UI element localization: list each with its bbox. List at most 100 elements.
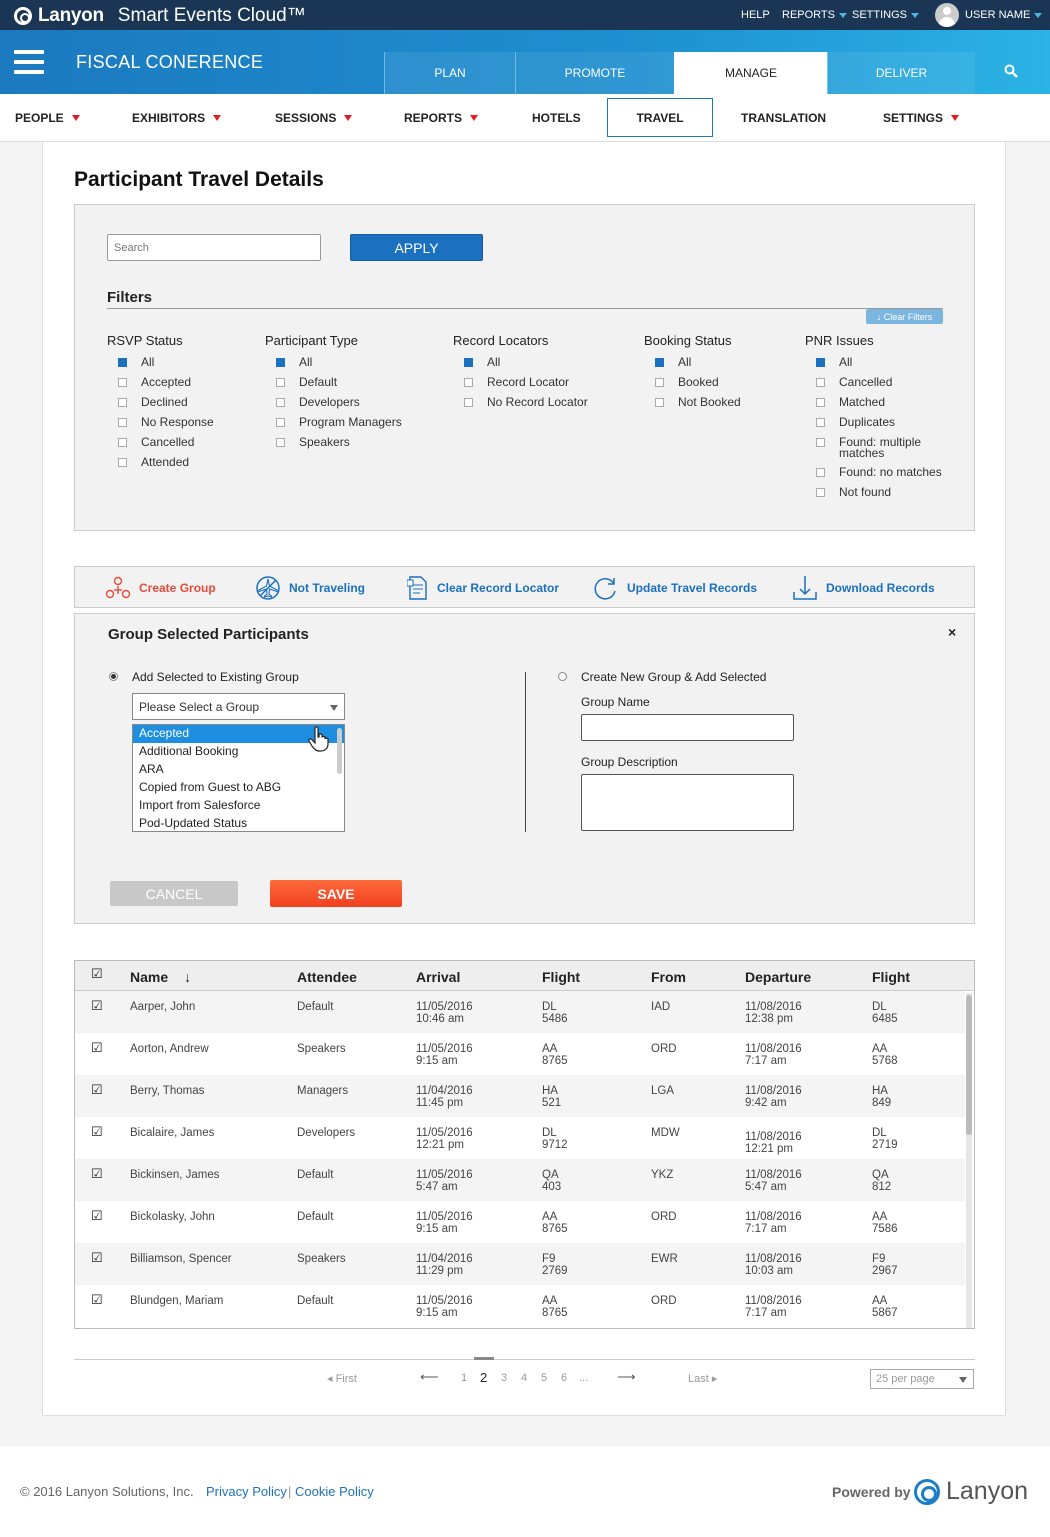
table-row[interactable]: ☑ Blundgen, Mariam Default 11/05/2016 9:15 a… bbox=[75, 1285, 965, 1327]
checkbox[interactable] bbox=[816, 418, 825, 427]
tab-promote[interactable]: PROMOTE bbox=[515, 52, 674, 94]
checkbox[interactable] bbox=[118, 458, 127, 467]
row-checkbox[interactable]: ☑ bbox=[91, 1083, 103, 1096]
checkbox[interactable] bbox=[655, 358, 664, 367]
filter-option[interactable]: All bbox=[453, 355, 588, 375]
next-page-arrow-icon[interactable]: ⟶ bbox=[617, 1369, 636, 1385]
not-traveling-button[interactable]: Not Traveling bbox=[255, 575, 365, 601]
group-option[interactable]: ARA bbox=[133, 761, 344, 779]
checkbox[interactable] bbox=[276, 438, 285, 447]
group-option[interactable]: Copied from Guest to ABG bbox=[133, 779, 344, 797]
last-page-link[interactable]: Last ▸ bbox=[688, 1372, 717, 1385]
checkbox[interactable] bbox=[464, 398, 473, 407]
filter-option[interactable]: Cancelled bbox=[107, 435, 214, 455]
column-name[interactable]: Name ↓ bbox=[130, 969, 191, 985]
table-row[interactable]: ☑ Bickinsen, James Default 11/05/2016 5:47 a… bbox=[75, 1159, 965, 1201]
column-arrival[interactable]: Arrival bbox=[416, 969, 460, 985]
group-option[interactable]: Import from Salesforce bbox=[133, 797, 344, 815]
table-row[interactable]: ☑ Aorton, Andrew Speakers 11/05/2016 9:15 am… bbox=[75, 1033, 965, 1075]
subnav-travel[interactable]: TRAVEL bbox=[607, 98, 713, 137]
column-departure[interactable]: Departure bbox=[745, 969, 811, 985]
create-group-button[interactable]: Create Group bbox=[105, 576, 216, 600]
new-group-radio[interactable] bbox=[558, 672, 567, 681]
group-select[interactable]: Please Select a Group bbox=[132, 693, 345, 720]
checkbox[interactable] bbox=[276, 378, 285, 387]
user-menu[interactable]: USER NAME bbox=[965, 9, 1043, 21]
cancel-button[interactable]: CANCEL bbox=[110, 881, 238, 906]
row-checkbox[interactable]: ☑ bbox=[91, 999, 103, 1012]
subnav-sessions[interactable]: SESSIONS bbox=[275, 111, 353, 125]
filter-option[interactable]: Developers bbox=[265, 395, 402, 415]
group-option[interactable]: Pod-Updated Status bbox=[133, 815, 344, 831]
filter-option[interactable]: All bbox=[265, 355, 402, 375]
column-attendee[interactable]: Attendee bbox=[297, 969, 357, 985]
checkbox[interactable] bbox=[118, 438, 127, 447]
search-icon[interactable] bbox=[1004, 64, 1018, 78]
filter-option[interactable]: Declined bbox=[107, 395, 214, 415]
page-link[interactable]: 3 bbox=[501, 1372, 507, 1384]
filter-option[interactable]: Speakers bbox=[265, 435, 402, 455]
filter-option[interactable]: Booked bbox=[644, 375, 741, 395]
row-checkbox[interactable]: ☑ bbox=[91, 1251, 103, 1264]
table-row[interactable]: ☑ Bicalaire, James Developers 11/05/2016 12:… bbox=[75, 1117, 965, 1159]
filter-option[interactable]: Found: multiple matches bbox=[805, 435, 965, 465]
save-button[interactable]: SAVE bbox=[270, 880, 402, 907]
checkbox[interactable] bbox=[655, 378, 664, 387]
table-row[interactable]: ☑ Aarper, John Default 11/05/2016 10:46 am DL… bbox=[75, 991, 965, 1033]
close-icon[interactable]: × bbox=[948, 624, 956, 640]
apply-button[interactable]: APPLY bbox=[350, 234, 483, 261]
checkbox[interactable] bbox=[118, 358, 127, 367]
group-description-field[interactable] bbox=[581, 774, 794, 831]
search-input[interactable] bbox=[107, 234, 321, 261]
filter-option[interactable]: Not Booked bbox=[644, 395, 741, 415]
avatar[interactable] bbox=[935, 3, 959, 27]
select-all-checkbox[interactable]: ☑ bbox=[91, 967, 103, 980]
existing-group-radio[interactable] bbox=[109, 672, 118, 681]
settings-menu[interactable]: SETTINGS bbox=[852, 9, 920, 21]
tab-deliver[interactable]: DELIVER bbox=[827, 52, 975, 94]
checkbox[interactable] bbox=[464, 358, 473, 367]
filter-option[interactable]: No Response bbox=[107, 415, 214, 435]
sort-down-icon[interactable]: ↓ bbox=[184, 969, 191, 985]
row-checkbox[interactable]: ☑ bbox=[91, 1209, 103, 1222]
lanyon-logo[interactable]: Lanyon Smart Events Cloud™ bbox=[14, 5, 306, 27]
checkbox[interactable] bbox=[276, 358, 285, 367]
cookie-policy-link[interactable]: Cookie Policy bbox=[295, 1484, 374, 1499]
checkbox[interactable] bbox=[276, 418, 285, 427]
clear-filters-button[interactable]: ↓ Clear Filters bbox=[866, 309, 943, 324]
subnav-settings[interactable]: SETTINGS bbox=[883, 111, 960, 125]
tab-manage[interactable]: MANAGE bbox=[674, 52, 827, 94]
filter-option[interactable]: Cancelled bbox=[805, 375, 965, 395]
checkbox[interactable] bbox=[118, 418, 127, 427]
subnav-translation[interactable]: TRANSLATION bbox=[741, 111, 826, 125]
filter-option[interactable]: Program Managers bbox=[265, 415, 402, 435]
scrollbar[interactable] bbox=[337, 728, 342, 774]
checkbox[interactable] bbox=[816, 438, 825, 447]
table-row[interactable]: ☑ Berry, Thomas Managers 11/04/2016 11:45 pm… bbox=[75, 1075, 965, 1117]
clear-record-locator-button[interactable]: Clear Record Locator bbox=[407, 575, 559, 601]
table-scrollbar[interactable] bbox=[966, 993, 972, 1328]
checkbox[interactable] bbox=[816, 468, 825, 477]
subnav-hotels[interactable]: HOTELS bbox=[532, 111, 581, 125]
column-return-flight[interactable]: Flight bbox=[872, 969, 910, 985]
first-page-link[interactable]: ◂ First bbox=[327, 1372, 357, 1385]
subnav-people[interactable]: PEOPLE bbox=[15, 111, 80, 125]
download-records-button[interactable]: Download Records bbox=[792, 574, 935, 602]
page-link[interactable]: 5 bbox=[541, 1372, 547, 1384]
filter-option[interactable]: All bbox=[644, 355, 741, 375]
group-name-field[interactable] bbox=[581, 714, 794, 741]
checkbox[interactable] bbox=[816, 358, 825, 367]
subnav-exhibitors[interactable]: EXHIBITORS bbox=[132, 111, 222, 125]
row-checkbox[interactable]: ☑ bbox=[91, 1125, 103, 1138]
checkbox[interactable] bbox=[816, 398, 825, 407]
per-page-select[interactable]: 25 per page bbox=[870, 1369, 974, 1389]
scrollbar-thumb[interactable] bbox=[966, 995, 972, 1135]
subnav-reports[interactable]: REPORTS bbox=[404, 111, 479, 125]
filter-option[interactable]: No Record Locator bbox=[453, 395, 588, 415]
checkbox[interactable] bbox=[118, 378, 127, 387]
update-travel-records-button[interactable]: Update Travel Records bbox=[593, 575, 757, 601]
checkbox[interactable] bbox=[464, 378, 473, 387]
filter-option[interactable]: All bbox=[805, 355, 965, 375]
filter-option[interactable]: Accepted bbox=[107, 375, 214, 395]
page-link[interactable]: 6 bbox=[561, 1372, 567, 1384]
